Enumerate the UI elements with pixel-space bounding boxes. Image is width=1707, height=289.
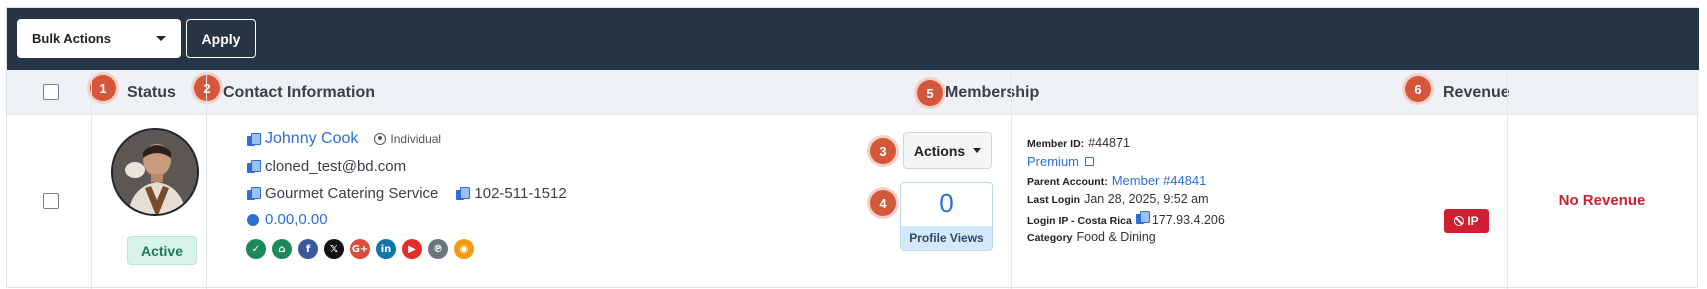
bulk-actions-label: Bulk Actions — [32, 31, 111, 46]
marker-3: 3 — [870, 138, 896, 164]
social-links: ✓ ⌂ f 𝕏 G+ in ▶ ℗ ◉ — [246, 239, 474, 259]
contact-name-link[interactable]: Johnny Cook — [265, 130, 358, 148]
linkedin-icon[interactable]: in — [376, 239, 396, 259]
parent-account-label: Parent Account: — [1027, 176, 1108, 188]
copy-icon[interactable] — [247, 160, 261, 173]
google-plus-icon[interactable]: G+ — [350, 239, 370, 259]
category-row: Category Food & Dining — [1027, 230, 1156, 244]
login-ip-row: Login IP - Costa Rica 177.93.4.206 — [1027, 211, 1225, 227]
copy-icon[interactable] — [247, 132, 261, 146]
member-id-row: Member ID: #44871 — [1027, 136, 1130, 150]
ban-ip-button[interactable]: IP — [1444, 209, 1489, 233]
plan-row: Premium — [1027, 154, 1095, 169]
copy-icon[interactable] — [456, 187, 471, 200]
marker-5: 5 — [917, 80, 943, 106]
facebook-icon[interactable]: f — [298, 239, 318, 259]
row-checkbox[interactable] — [43, 193, 59, 209]
contact-email-row: cloned_test@bd.com — [247, 158, 406, 175]
coordinates-link[interactable]: 0.00,0.00 — [265, 211, 328, 228]
actions-button[interactable]: Actions — [903, 132, 992, 169]
parent-account-link[interactable]: Member #44841 — [1112, 173, 1207, 188]
avatar[interactable] — [111, 128, 199, 216]
status-badge: Active — [127, 236, 197, 265]
youtube-icon[interactable]: ▶ — [402, 239, 422, 259]
check-icon[interactable]: ✓ — [246, 239, 266, 259]
profile-views-label: Profile Views — [901, 226, 992, 250]
marker-1: 1 — [90, 75, 116, 101]
category-label: Category — [1027, 232, 1073, 244]
plan-link[interactable]: Premium — [1027, 154, 1079, 169]
column-divider — [206, 70, 207, 289]
revenue-value: No Revenue — [1558, 192, 1646, 209]
ban-ip-label: IP — [1467, 214, 1479, 228]
table-header: Status Contact Information Membership Re… — [7, 70, 1699, 115]
bulk-actions-select[interactable]: Bulk Actions — [17, 19, 181, 58]
pinterest-icon[interactable]: ℗ — [428, 239, 448, 259]
contact-coordinates-row: 0.00,0.00 — [247, 211, 328, 228]
home-icon[interactable]: ⌂ — [272, 239, 292, 259]
last-login-label: Last Login — [1027, 194, 1081, 206]
header-status[interactable]: Status — [127, 70, 176, 115]
copy-icon[interactable] — [1135, 211, 1150, 224]
category-value: Food & Dining — [1076, 230, 1156, 244]
copy-icon[interactable] — [247, 187, 261, 200]
last-login-row: Last Login Jan 28, 2025, 9:52 am — [1027, 192, 1209, 206]
chevron-down-icon — [156, 36, 166, 41]
contact-type: Individual — [374, 132, 441, 146]
marker-2: 2 — [194, 75, 220, 101]
column-divider — [91, 70, 92, 289]
marker-4: 4 — [870, 190, 896, 216]
contact-email: cloned_test@bd.com — [265, 158, 407, 175]
globe-icon — [247, 213, 259, 226]
actions-label: Actions — [913, 142, 966, 159]
header-membership[interactable]: Membership — [945, 70, 1039, 115]
header-contact-information[interactable]: Contact Information — [223, 70, 375, 115]
chevron-down-icon — [973, 148, 982, 153]
login-ip-value: 177.93.4.206 — [1151, 213, 1225, 227]
bulk-toolbar: Bulk Actions Apply — [7, 8, 1699, 70]
select-all-checkbox[interactable] — [43, 84, 59, 100]
parent-account-row: Parent Account: Member #44841 — [1027, 173, 1206, 188]
member-id-value: #44871 — [1088, 136, 1130, 150]
external-link-icon[interactable] — [1085, 157, 1095, 166]
x-icon[interactable]: 𝕏 — [324, 239, 344, 259]
avatar-photo — [113, 130, 197, 214]
column-divider — [1011, 70, 1012, 289]
contact-name-row: Johnny Cook Individual — [247, 130, 441, 148]
ban-icon — [1454, 216, 1465, 226]
profile-views-count: 0 — [939, 188, 954, 218]
contact-type-label: Individual — [390, 132, 442, 146]
last-login-value: Jan 28, 2025, 9:52 am — [1084, 192, 1209, 206]
contact-company: Gourmet Catering Service — [265, 185, 439, 202]
column-divider — [1507, 70, 1508, 289]
header-revenue[interactable]: Revenue — [1443, 70, 1510, 115]
rss-icon[interactable]: ◉ — [454, 239, 474, 259]
profile-views-box[interactable]: 0 Profile Views — [900, 182, 993, 251]
apply-button[interactable]: Apply — [186, 19, 256, 58]
user-icon — [374, 133, 387, 145]
login-ip-label: Login IP - Costa Rica — [1027, 215, 1132, 227]
contact-phone: 102-511-1512 — [474, 185, 567, 202]
member-id-label: Member ID: — [1027, 138, 1085, 150]
marker-6: 6 — [1405, 76, 1431, 102]
contact-company-row: Gourmet Catering Service 102-511-1512 — [247, 185, 567, 202]
